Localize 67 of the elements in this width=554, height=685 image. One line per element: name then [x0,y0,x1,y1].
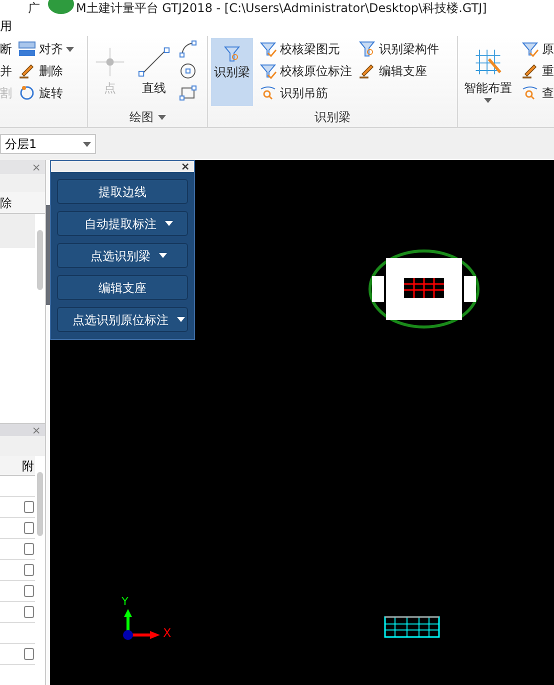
close-button[interactable]: × [180,162,190,172]
funnel-icon [358,41,376,57]
hook-icon [259,85,277,101]
line-icon [138,46,170,78]
ribbon-button[interactable]: 重 [521,60,554,82]
ribbon-button[interactable]: 断 [0,38,12,60]
ribbon-button[interactable]: 识别梁构件 [358,38,439,60]
pen-icon [18,63,36,79]
arc-icon [179,40,197,58]
rectangle-icon [179,84,197,102]
panel-button[interactable]: 点选识别原位标注 [57,307,188,332]
window-title: M土建计量平台 GTJ2018 - [C:\Users\Administrator\Desktop\科技楼.GTJ] [76,0,487,16]
menu-item[interactable]: 用 [0,17,12,35]
ribbon-button[interactable]: 校核原位标注 [259,60,352,82]
close-button[interactable]: × [32,162,41,172]
ribbon-icon-button[interactable] [179,38,197,60]
panel-button[interactable]: 提取边线 [57,179,188,204]
ribbon-large-button[interactable]: 直线 [135,38,173,106]
funnel-icon [223,46,241,62]
caret-icon [66,46,74,52]
pen-icon [521,63,539,79]
ribbon-button[interactable]: 原 [521,38,554,60]
ribbon-button[interactable]: 旋转 [18,82,74,104]
drawing-canvas[interactable]: × 提取边线 自动提取标注 点选识别梁 编辑支座 点选识别原位标注 Y X [50,160,554,685]
ribbon-button[interactable]: 校核梁图元 [259,38,352,60]
splitter-handle[interactable] [46,205,50,305]
checkbox[interactable] [24,648,34,660]
align-icon [18,41,36,57]
checkbox[interactable] [24,543,34,555]
caret-icon [176,317,184,322]
axis-drawing [122,607,162,641]
hook-icon [521,85,539,101]
y-axis-label: Y [122,596,128,607]
panel-button[interactable]: 编辑支座 [57,275,188,300]
ribbon-large-button[interactable]: 识别梁 [211,38,253,106]
ribbon-button[interactable]: 识别吊筋 [259,82,352,104]
ribbon-button[interactable]: 并 [0,60,12,82]
checkbox[interactable] [24,606,34,618]
ribbon-button[interactable]: 对齐 [18,38,74,60]
ribbon-button[interactable]: 删除 [18,60,74,82]
ribbon-button[interactable]: 查 [521,82,554,104]
check-icon [521,41,539,57]
column-header: 附 [22,458,34,472]
pen-icon [358,63,376,79]
panel-button[interactable]: 自动提取标注 [57,211,188,236]
ribbon-button[interactable]: 编辑支座 [358,60,439,82]
check-icon [259,63,277,79]
x-axis-label: X [163,627,172,639]
group-label: 识别梁 [314,109,350,126]
caret-icon [164,221,172,226]
caret-icon [158,253,166,258]
check-icon [259,41,277,57]
checkbox[interactable] [24,522,34,534]
checkbox[interactable] [24,585,34,597]
checkbox[interactable] [24,501,34,513]
caret-icon [83,142,91,146]
rotate-icon [18,85,36,101]
panel-button[interactable]: 点选识别梁 [57,243,188,268]
checkbox[interactable] [24,564,34,576]
caret-icon [158,114,166,120]
group-label: 绘图 [130,108,166,126]
caret-icon [484,98,492,103]
circle-icon [179,62,197,80]
title-text: 广 [28,0,40,16]
ribbon-large-button[interactable]: 智能布置 [461,38,515,106]
layer-dropdown[interactable]: 分层1 [0,134,96,154]
point-icon [94,46,126,78]
